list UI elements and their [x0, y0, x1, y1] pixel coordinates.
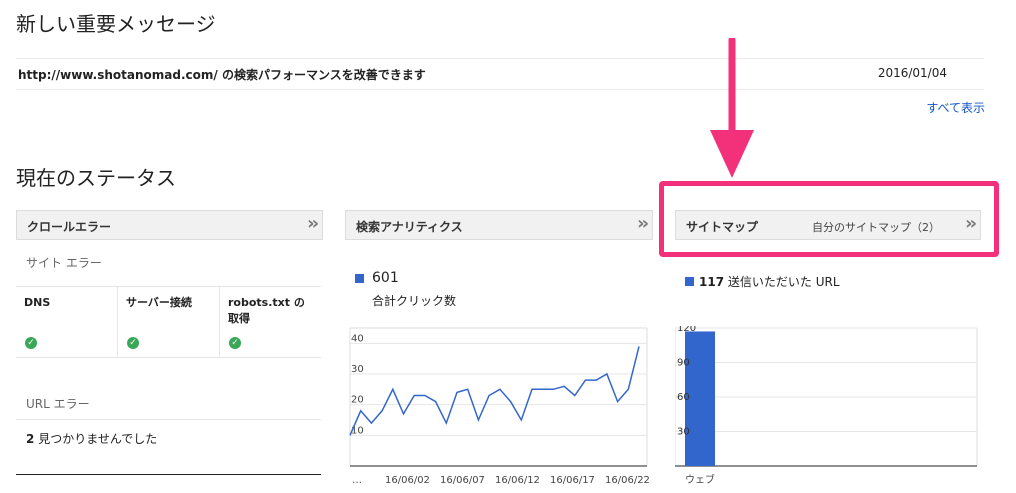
y-tick-label: 20: [351, 395, 364, 406]
site-errors-label: サイト エラー: [26, 256, 102, 270]
url-errors-label: URL エラー: [26, 397, 90, 411]
y-tick-label: 60: [677, 392, 690, 403]
double-chevron-right-icon[interactable]: ››: [637, 213, 649, 234]
double-chevron-right-icon[interactable]: ››: [307, 213, 319, 234]
x-tick-label: 16/06/02: [385, 475, 430, 486]
x-tick-label: 16/06/17: [550, 475, 595, 486]
submitted-urls-label: 送信いただいた URL: [727, 275, 840, 289]
y-tick-label: 40: [351, 333, 364, 344]
y-tick-label: 30: [677, 427, 690, 438]
check-icon: ✓: [229, 337, 241, 349]
messages-title: 新しい重要メッセージ: [16, 12, 216, 36]
total-clicks-label: 合計クリック数: [372, 294, 457, 308]
url-count-text: 見つかりませんでした: [38, 432, 158, 446]
crawl-errors-header[interactable]: クロールエラー ››: [16, 210, 323, 240]
server-connection-label: サーバー接続: [126, 296, 192, 309]
url-errors-count: 2 見つかりませんでした: [26, 430, 157, 447]
submitted-urls-count: 117: [699, 275, 725, 289]
submitted-urls-legend: 117 送信いただいた URL: [699, 273, 840, 290]
x-tick-label: 16/06/07: [440, 475, 485, 486]
y-tick-label: 120: [677, 326, 696, 334]
x-tick-label: 16/06/12: [495, 475, 540, 486]
server-connection-cell: サーバー接続 ✓: [118, 287, 220, 357]
clicks-line-chart: 10203040… 16/06/02 16/06/07 16/06/12 16/06/1…: [349, 327, 650, 486]
see-all-link[interactable]: すべて表示: [926, 99, 985, 116]
x-tick-label: ウェブ: [685, 473, 715, 486]
highlight-box: [659, 181, 999, 257]
submitted-urls-bar-chart: ウェブ 30 60 90 120: [675, 326, 978, 486]
divider: [16, 419, 321, 420]
dns-cell: DNS ✓: [16, 287, 118, 357]
check-icon: ✓: [25, 337, 37, 349]
message-row[interactable]: http://www.shotanomad.com/ の検索パフォーマンスを改善…: [16, 58, 984, 90]
series-legend-swatch: [355, 274, 364, 283]
clicks-series-line: [349, 346, 640, 436]
url-count-number: 2: [26, 432, 35, 446]
message-date: 2016/01/04: [877, 66, 947, 80]
status-title: 現在のステータス: [16, 166, 176, 190]
total-clicks-value: 601: [372, 270, 399, 286]
y-tick-label: 90: [677, 358, 690, 369]
robots-txt-cell: robots.txt の取得 ✓: [220, 287, 321, 357]
y-tick-label: 30: [351, 364, 364, 375]
x-tick-label: …: [352, 475, 362, 486]
series-legend-swatch: [685, 277, 694, 286]
dns-label: DNS: [24, 296, 51, 309]
search-analytics-header[interactable]: 検索アナリティクス ››: [345, 210, 653, 240]
search-analytics-label: 検索アナリティクス: [356, 220, 463, 234]
x-tick-label: 16/06/22: [605, 475, 650, 486]
robots-txt-label: robots.txt の取得: [228, 296, 305, 325]
message-text[interactable]: http://www.shotanomad.com/ の検索パフォーマンスを改善…: [18, 66, 426, 83]
divider: [16, 474, 321, 475]
pointer-arrow-icon: [710, 38, 754, 178]
crawl-errors-label: クロールエラー: [27, 220, 112, 234]
site-errors-table: DNS ✓ サーバー接続 ✓ robots.txt の取得 ✓: [16, 286, 321, 358]
check-icon: ✓: [127, 337, 139, 349]
